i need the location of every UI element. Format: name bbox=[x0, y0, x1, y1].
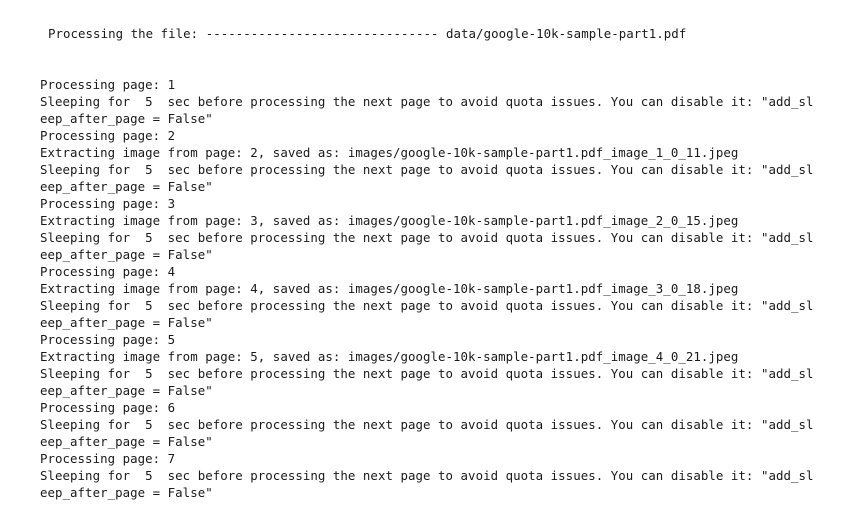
log-line: eep_after_page = False" bbox=[40, 111, 213, 126]
log-line: Extracting image from page: 5, saved as:… bbox=[40, 349, 739, 364]
cell-output: Processing the file: -------------------… bbox=[0, 0, 868, 512]
log-line: eep_after_page = False" bbox=[40, 179, 213, 194]
log-line: Processing page: 5 bbox=[40, 332, 176, 347]
log-line: Sleeping for 5 sec before processing the… bbox=[40, 230, 814, 245]
processing-file-header: Processing the file: -------------------… bbox=[48, 26, 687, 41]
log-line: Processing page: 7 bbox=[40, 451, 176, 466]
log-line: eep_after_page = False" bbox=[40, 315, 213, 330]
log-line: eep_after_page = False" bbox=[40, 485, 213, 500]
log-line: Sleeping for 5 sec before processing the… bbox=[40, 162, 814, 177]
log-line: Sleeping for 5 sec before processing the… bbox=[40, 298, 814, 313]
log-line: Sleeping for 5 sec before processing the… bbox=[40, 366, 814, 381]
log-line: Processing page: 6 bbox=[40, 400, 176, 415]
log-line: Processing page: 3 bbox=[40, 196, 176, 211]
log-line: eep_after_page = False" bbox=[40, 247, 213, 262]
log-line: Processing page: 4 bbox=[40, 264, 176, 279]
log-line: Extracting image from page: 3, saved as:… bbox=[40, 213, 739, 228]
log-line: Processing page: 2 bbox=[40, 128, 176, 143]
log-line: Processing page: 1 bbox=[40, 77, 176, 92]
log-line: Sleeping for 5 sec before processing the… bbox=[40, 417, 814, 432]
log-output: Processing page: 1 Sleeping for 5 sec be… bbox=[40, 76, 848, 501]
log-line: eep_after_page = False" bbox=[40, 434, 213, 449]
log-line: Extracting image from page: 4, saved as:… bbox=[40, 281, 739, 296]
log-line: Extracting image from page: 2, saved as:… bbox=[40, 145, 739, 160]
log-line: eep_after_page = False" bbox=[40, 383, 213, 398]
log-line: Sleeping for 5 sec before processing the… bbox=[40, 468, 814, 483]
log-line: Sleeping for 5 sec before processing the… bbox=[40, 94, 814, 109]
